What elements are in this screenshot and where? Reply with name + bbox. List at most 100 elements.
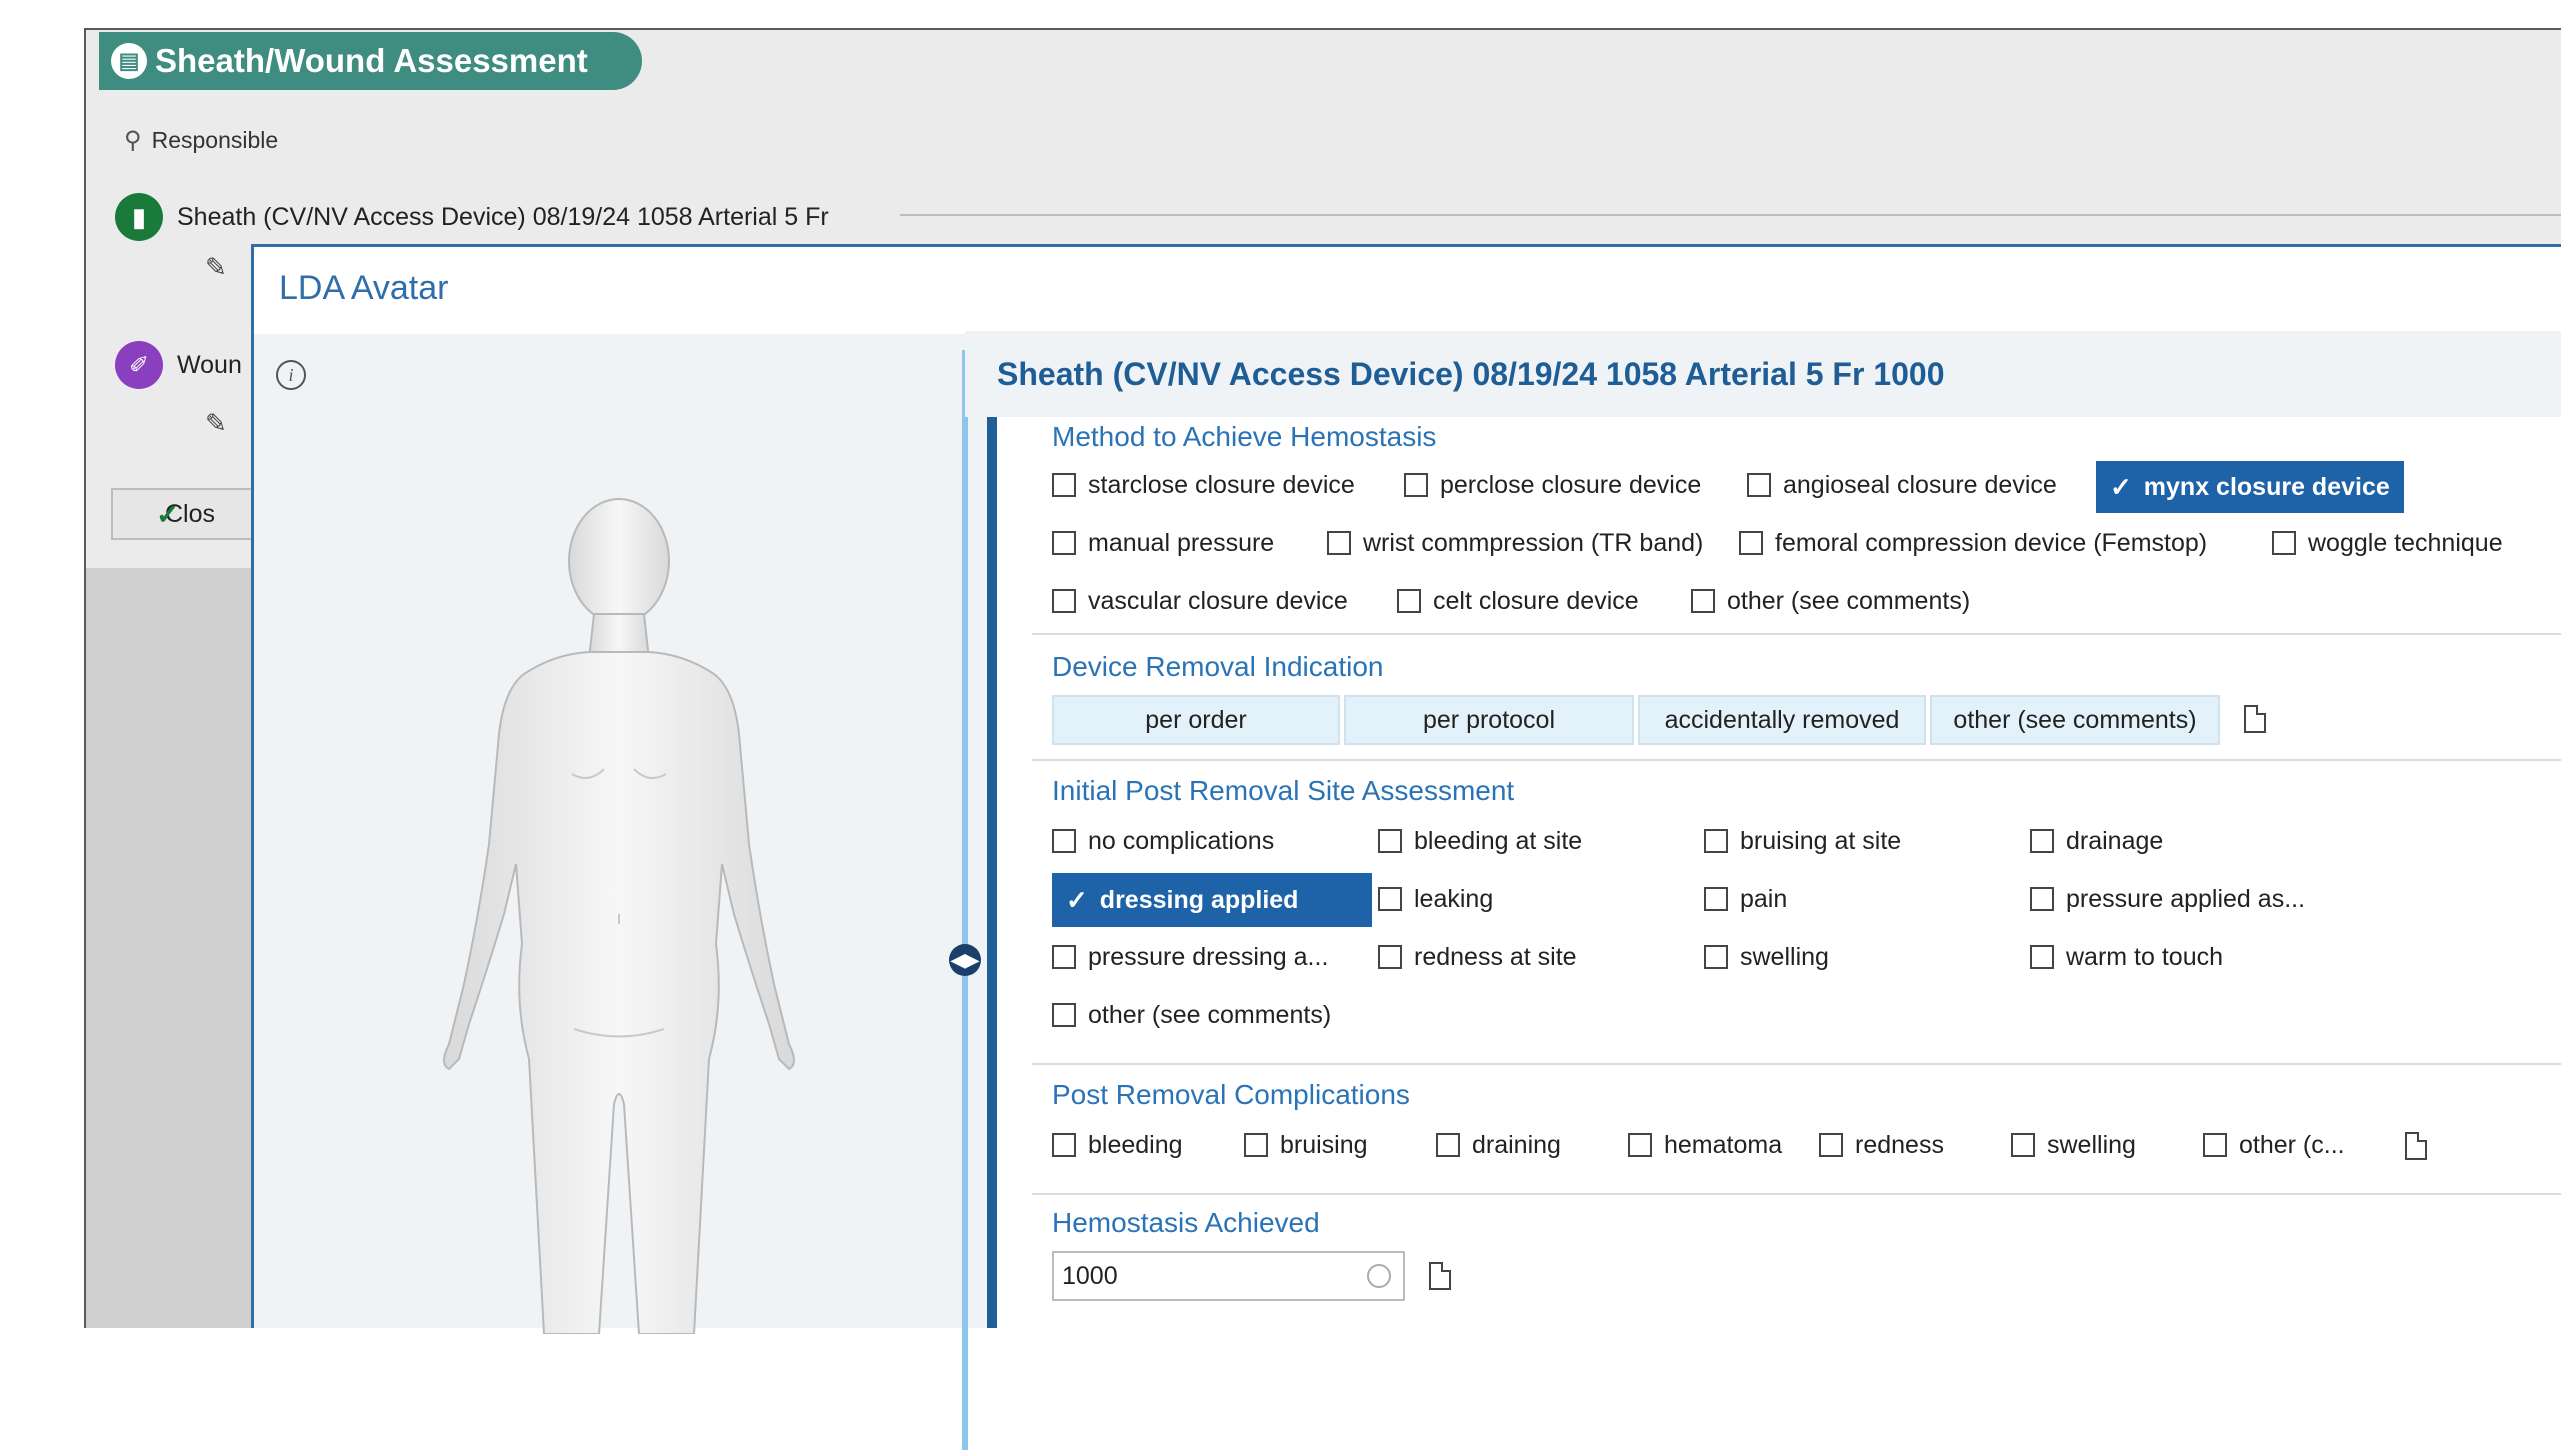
option-checkbox[interactable]: starclose closure device (1052, 461, 1355, 509)
option-checkbox[interactable]: leaking (1378, 875, 1493, 923)
hemostasis-achieved-section: Hemostasis Achieved 1000 (1032, 1193, 2561, 1414)
option-checkbox[interactable]: drainage (2030, 817, 2163, 865)
option-checkbox[interactable]: bleeding (1052, 1121, 1183, 1169)
time-input[interactable]: 1000 (1052, 1251, 1405, 1301)
time-value: 1000 (1062, 1261, 1118, 1290)
segment-button[interactable]: accidentally removed (1638, 695, 1926, 745)
bandage-icon: ✐ (115, 341, 163, 389)
clock-icon[interactable] (1367, 1264, 1391, 1288)
option-checkbox[interactable]: pain (1704, 875, 1787, 923)
option-checkbox[interactable]: bruising (1244, 1121, 1368, 1169)
comment-icon[interactable] (1429, 1262, 1451, 1290)
checkbox[interactable] (1244, 1133, 1268, 1157)
checkbox[interactable] (1052, 1133, 1076, 1157)
checkbox[interactable] (1378, 945, 1402, 969)
option-checkbox[interactable]: draining (1436, 1121, 1561, 1169)
option-label: drainage (2066, 826, 2164, 855)
checkbox[interactable] (1052, 829, 1076, 853)
option-checkbox[interactable]: manual pressure (1052, 519, 1274, 567)
checkbox[interactable] (1052, 473, 1076, 497)
option-checkbox[interactable]: swelling (1704, 933, 1829, 981)
checkbox[interactable] (1378, 887, 1402, 911)
option-label: femoral compression device (Femstop) (1775, 528, 2208, 557)
wound-row[interactable]: ✐ Woun (115, 341, 242, 389)
option-label: manual pressure (1088, 528, 1275, 557)
option-label: perclose closure device (1440, 470, 1702, 499)
option-checkbox[interactable]: woggle technique (2272, 519, 2503, 567)
option-label: bruising (1280, 1130, 1368, 1159)
option-checkbox[interactable]: redness at site (1378, 933, 1577, 981)
option-label: other (see comments) (1088, 1000, 1332, 1029)
sheath-icon: ▮ (115, 193, 163, 241)
checkbox[interactable] (1704, 945, 1728, 969)
option-label: draining (1472, 1130, 1561, 1159)
divider-line (900, 214, 2561, 216)
option-checkbox[interactable]: warm to touch (2030, 933, 2223, 981)
option-checkbox[interactable]: bleeding at site (1378, 817, 1582, 865)
checkbox[interactable] (1819, 1133, 1843, 1157)
edit-pencil-icon[interactable]: ✎ (205, 252, 227, 283)
checkbox[interactable] (1052, 589, 1076, 613)
option-checkbox[interactable]: pressure applied as... (2030, 875, 2305, 923)
checkbox[interactable] (1378, 829, 1402, 853)
option-label: wrist commpression (TR band) (1363, 528, 1704, 557)
section-title: Sheath/Wound Assessment (155, 42, 588, 79)
option-checkbox[interactable]: other (see comments) (1691, 577, 1970, 625)
close-button[interactable]: ✓ Clos (111, 488, 271, 540)
option-checkbox[interactable]: other (c... (2203, 1121, 2345, 1169)
panel-title: Sheath (CV/NV Access Device) 08/19/24 10… (965, 331, 2561, 417)
segment-button[interactable]: per order (1052, 695, 1340, 745)
option-checkbox[interactable]: redness (1819, 1121, 1944, 1169)
checkbox[interactable] (2030, 829, 2054, 853)
option-selected[interactable]: ✓ mynx closure device (2096, 461, 2404, 513)
checkbox[interactable] (1052, 1003, 1076, 1027)
option-label: dressing applied (1099, 885, 1299, 914)
checkbox[interactable] (1327, 531, 1351, 555)
device-row[interactable]: ▮ Sheath (CV/NV Access Device) 08/19/24 … (115, 193, 829, 241)
option-checkbox[interactable]: other (see comments) (1052, 991, 1331, 1039)
checkbox[interactable] (1691, 589, 1715, 613)
checkbox[interactable] (2203, 1133, 2227, 1157)
option-label: other (see comments) (1727, 586, 1971, 615)
checkbox[interactable] (1436, 1133, 1460, 1157)
option-checkbox[interactable]: femoral compression device (Femstop) (1739, 519, 2207, 567)
checkbox[interactable] (1739, 531, 1763, 555)
option-label: bleeding at site (1414, 826, 1583, 855)
option-checkbox[interactable]: hematoma (1628, 1121, 1782, 1169)
option-checkbox[interactable]: pressure dressing a... (1052, 933, 1328, 981)
comment-icon[interactable] (2244, 705, 2266, 733)
option-selected[interactable]: ✓ dressing applied (1052, 873, 1372, 927)
checkbox[interactable] (1052, 945, 1076, 969)
checkbox[interactable] (2272, 531, 2296, 555)
option-label: pressure applied as... (2066, 884, 2306, 913)
checkbox[interactable] (1704, 829, 1728, 853)
option-checkbox[interactable]: bruising at site (1704, 817, 1901, 865)
option-checkbox[interactable]: no complications (1052, 817, 1274, 865)
option-label: redness at site (1414, 942, 1577, 971)
segment-button[interactable]: per protocol (1344, 695, 1634, 745)
option-checkbox[interactable]: vascular closure device (1052, 577, 1348, 625)
option-checkbox[interactable]: celt closure device (1397, 577, 1639, 625)
checkbox[interactable] (1052, 531, 1076, 555)
option-checkbox[interactable]: angioseal closure device (1747, 461, 2057, 509)
checkbox[interactable] (2030, 887, 2054, 911)
option-checkbox[interactable]: swelling (2011, 1121, 2136, 1169)
checkbox[interactable] (1628, 1133, 1652, 1157)
section-heading: Post Removal Complications (1052, 1079, 1410, 1110)
hemostasis-method-section: Method to Achieve Hemostasis starclose c… (1032, 411, 2561, 635)
option-label: other (c... (2239, 1130, 2345, 1159)
option-label: bleeding (1088, 1130, 1183, 1159)
checkbox[interactable] (2030, 945, 2054, 969)
checkbox[interactable] (1704, 887, 1728, 911)
checkbox[interactable] (1397, 589, 1421, 613)
segment-button[interactable]: other (see comments) (1930, 695, 2220, 745)
comment-icon[interactable] (2405, 1132, 2427, 1160)
checkbox[interactable] (2011, 1133, 2035, 1157)
option-checkbox[interactable]: wrist commpression (TR band) (1327, 519, 1703, 567)
option-label: pain (1740, 884, 1788, 913)
option-checkbox[interactable]: perclose closure device (1404, 461, 1701, 509)
edit-pencil-icon[interactable]: ✎ (205, 408, 227, 439)
responsible-row[interactable]: ⚲ Responsible (124, 126, 278, 155)
checkbox[interactable] (1747, 473, 1771, 497)
checkbox[interactable] (1404, 473, 1428, 497)
